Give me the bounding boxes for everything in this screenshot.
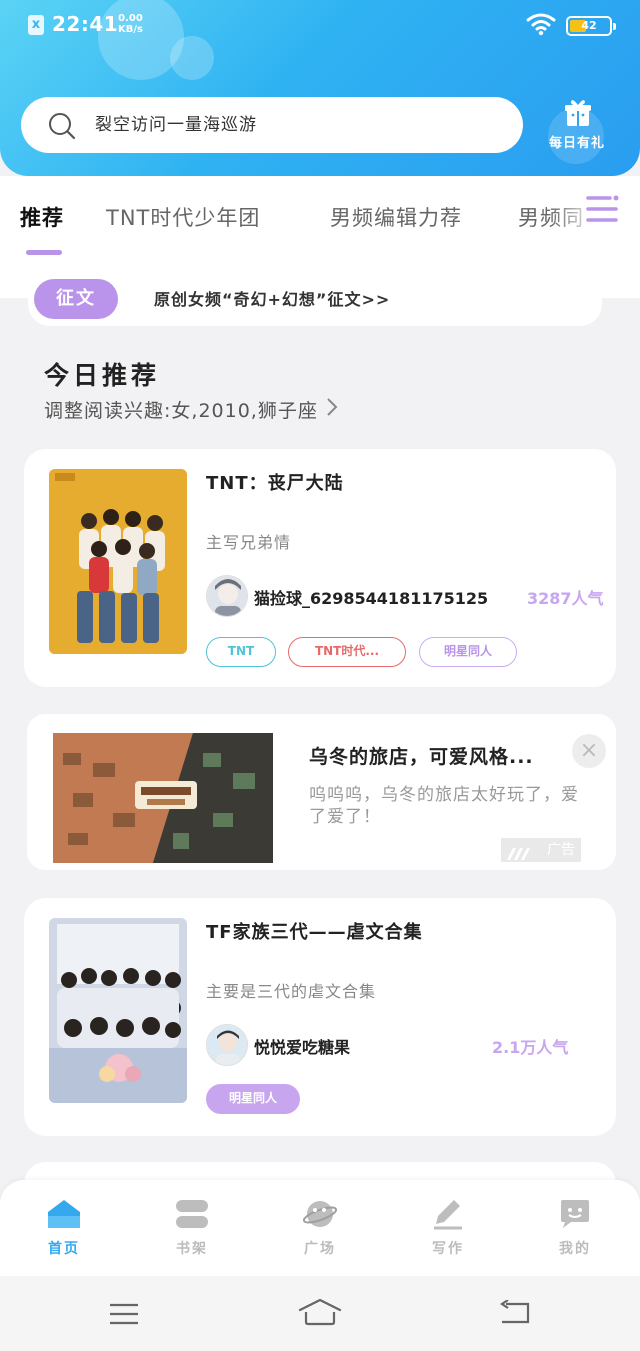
book-title: TF家族三代——虐文合集: [206, 922, 423, 943]
book-card[interactable]: TNT：丧尸大陆 主写兄弟情 猫捡球_6298544181175125 3287…: [24, 449, 616, 687]
decor-bubble: [170, 36, 214, 80]
book-tag[interactable]: TNT: [206, 637, 276, 667]
popularity-count: 2.1万人气: [492, 1038, 569, 1057]
author-name[interactable]: 猫捡球_6298544181175125: [254, 585, 488, 609]
battery-icon: 42: [566, 16, 616, 36]
ad-label: 广告: [501, 838, 581, 862]
ad-brand-icon: [507, 844, 533, 868]
reading-interest-text: 调整阅读兴趣:女,2010,狮子座: [44, 400, 318, 422]
network-speed-value: 0.00: [118, 13, 143, 24]
ad-image: [53, 733, 273, 863]
nav-mine-label: 我的: [559, 1241, 591, 1257]
ad-close-button[interactable]: ×: [572, 734, 606, 768]
tab-menu-icon[interactable]: [586, 194, 620, 228]
gift-icon: [564, 98, 592, 132]
book-description: 主写兄弟情: [206, 533, 292, 552]
tab-editor-picks[interactable]: 男频编辑力荐: [330, 202, 462, 232]
battery-level: 42: [581, 19, 597, 32]
search-placeholder: 裂空访问一量海巡游: [95, 115, 257, 135]
reading-interest-link[interactable]: 调整阅读兴趣:女,2010,狮子座: [44, 396, 338, 423]
back-icon[interactable]: [498, 1299, 532, 1330]
nav-square-label: 广场: [304, 1241, 336, 1257]
author-name[interactable]: 悦悦爱吃糖果: [254, 1034, 350, 1058]
search-icon: [47, 111, 77, 145]
wifi-icon: [526, 12, 556, 40]
network-speed: 0.00 KB/s: [118, 13, 143, 35]
bookshelf-icon: [174, 1200, 210, 1234]
book-cover: [49, 469, 187, 654]
author-avatar[interactable]: [206, 1024, 248, 1066]
ad-title: 乌冬的旅店，可爱风格...: [309, 746, 534, 768]
pen-icon: [430, 1200, 466, 1234]
daily-gift-label: 每日有礼: [548, 136, 605, 151]
home-nav-icon[interactable]: [298, 1298, 342, 1330]
book-description: 主要是三代的虐文合集: [206, 982, 377, 1001]
chat-face-icon: [557, 1200, 593, 1234]
contest-badge: 征文: [34, 279, 118, 319]
nav-write-label: 写作: [432, 1241, 464, 1257]
search-bar[interactable]: 裂空访问一量海巡游: [21, 97, 523, 153]
bottom-nav: 首页 书架 广场 写作 我的: [0, 1180, 640, 1276]
tab-recommend[interactable]: 推荐: [20, 202, 64, 232]
ad-label-text: 广告: [547, 842, 575, 858]
book-tag[interactable]: 明星同人: [419, 637, 517, 667]
nav-home[interactable]: 首页: [24, 1198, 104, 1258]
active-tab-indicator: [26, 250, 62, 255]
system-nav-bar: [0, 1276, 640, 1351]
ad-card[interactable]: 乌冬的旅店，可爱风格... 呜呜呜，乌冬的旅店太好玩了，爱了爱了！ × 广告: [27, 714, 616, 870]
nav-bookshelf[interactable]: 书架: [152, 1198, 232, 1258]
menu-icon[interactable]: [108, 1302, 140, 1330]
nav-write[interactable]: 写作: [408, 1198, 488, 1258]
popularity-count: 3287人气: [527, 589, 604, 608]
nav-square[interactable]: 广场: [280, 1198, 360, 1258]
home-icon: [46, 1200, 82, 1234]
book-cover: [49, 918, 187, 1103]
section-title: 今日推荐: [44, 361, 161, 390]
author-avatar[interactable]: [206, 575, 248, 617]
book-tag[interactable]: TNT时代...: [288, 637, 406, 667]
status-time: 22:41: [52, 12, 119, 36]
contest-banner[interactable]: 征文 原创女频“奇幻+幻想”征文>>: [28, 266, 602, 326]
ad-description: 呜呜呜，乌冬的旅店太好玩了，爱了爱了！: [309, 785, 579, 827]
status-bar: x 22:41 0.00 KB/s 42: [28, 10, 616, 40]
book-tag[interactable]: 明星同人: [206, 1084, 300, 1114]
tab-tnt[interactable]: TNT时代少年团: [106, 202, 260, 232]
nav-mine[interactable]: 我的: [535, 1198, 615, 1258]
book-title: TNT：丧尸大陆: [206, 473, 344, 494]
daily-gift-button[interactable]: 每日有礼: [540, 96, 614, 156]
contest-text: 原创女频“奇幻+幻想”征文>>: [154, 290, 391, 309]
sim-icon: x: [28, 15, 44, 35]
app-header: x 22:41 0.00 KB/s 42 裂空访问一量海巡游 每日有礼: [0, 0, 640, 176]
planet-icon: [302, 1201, 338, 1234]
chevron-right-icon: [326, 397, 338, 422]
network-speed-unit: KB/s: [118, 24, 143, 35]
nav-home-label: 首页: [48, 1241, 80, 1257]
nav-bookshelf-label: 书架: [176, 1241, 208, 1257]
book-card[interactable]: TF家族三代——虐文合集 主要是三代的虐文合集 悦悦爱吃糖果 2.1万人气 明星…: [24, 898, 616, 1136]
